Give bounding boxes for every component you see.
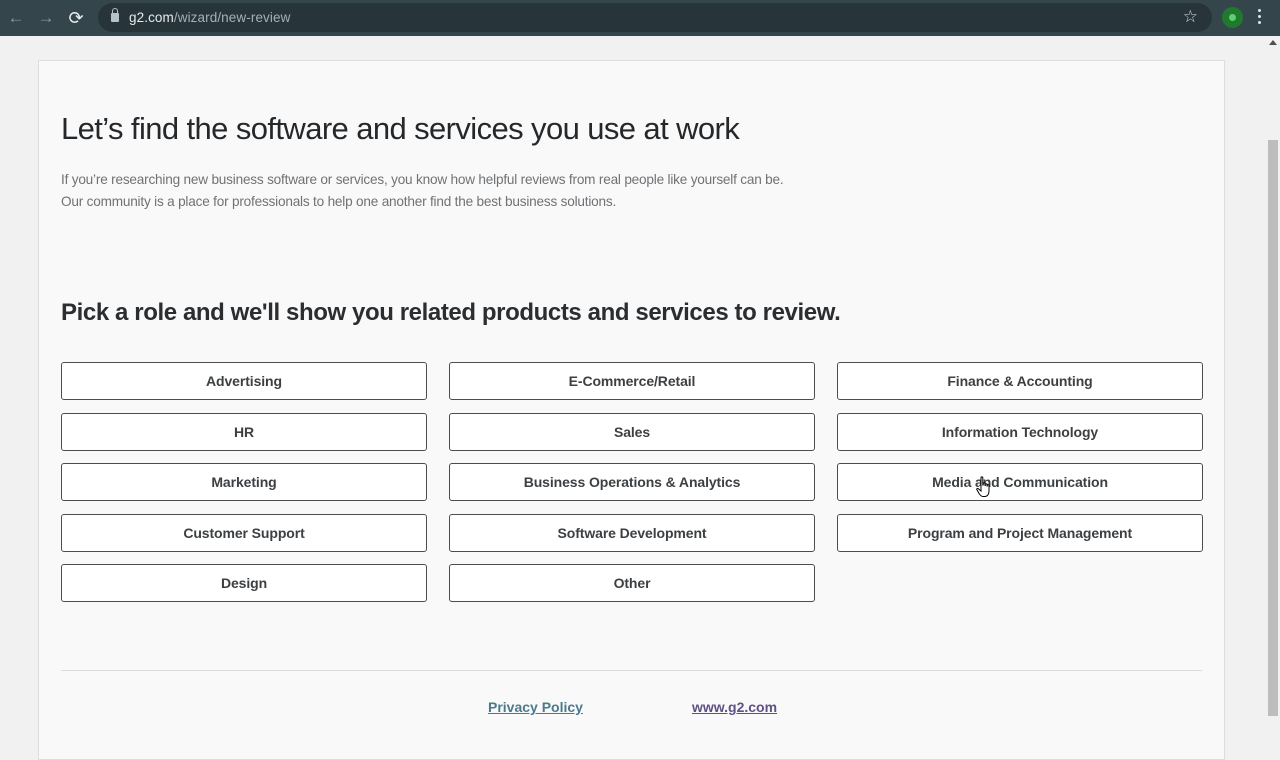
scrollbar-thumb[interactable] [1268,140,1278,716]
role-prompt-heading: Pick a role and we'll show you related p… [61,299,841,326]
browser-toolbar: ← → ⟳ g2.com/wizard/new-review ☆ [0,0,1280,36]
g2-website-link[interactable]: www.g2.com [692,699,777,715]
role-button-information-technology[interactable]: Information Technology [837,412,1203,451]
reload-icon: ⟳ [68,7,84,28]
review-wizard-card: Let’s find the software and services you… [38,60,1225,760]
address-bar[interactable]: g2.com/wizard/new-review ☆ [98,3,1212,32]
role-button-media-communication[interactable]: Media and Communication [837,463,1203,501]
role-button-design[interactable]: Design [61,564,427,602]
page-description: If you’re researching new business softw… [61,169,784,213]
page-scrollbar[interactable] [1266,36,1280,720]
role-button-sales[interactable]: Sales [449,412,815,451]
back-arrow-icon: ← [7,8,25,27]
privacy-policy-link[interactable]: Privacy Policy [488,699,583,715]
url-path: /wizard/new-review [173,10,291,25]
bookmark-star-icon[interactable]: ☆ [1183,7,1198,27]
reload-button[interactable]: ⟳ [61,3,91,33]
page-title: Let’s find the software and services you… [61,111,740,146]
lock-icon [111,8,119,22]
role-button-software-development[interactable]: Software Development [449,513,815,552]
role-button-finance-accounting[interactable]: Finance & Accounting [837,362,1203,400]
forward-arrow-icon: → [37,8,55,27]
url-text: g2.com/wizard/new-review [129,10,290,25]
browser-menu-icon[interactable] [1258,9,1262,24]
forward-button[interactable]: → [31,3,61,33]
role-button-advertising[interactable]: Advertising [61,362,427,400]
profile-avatar[interactable] [1222,7,1243,28]
role-button-grid: Advertising E-Commerce/Retail Finance & … [61,362,1203,602]
hand-pointer-cursor-icon [976,476,990,497]
footer-divider [61,670,1202,671]
url-host: g2.com [129,10,174,25]
description-line: If you’re researching new business softw… [61,172,784,187]
role-button-hr[interactable]: HR [61,412,427,451]
role-button-other[interactable]: Other [449,564,815,602]
description-line: Our community is a place for professiona… [61,194,617,209]
back-button[interactable]: ← [1,3,31,33]
role-button-program-project-management[interactable]: Program and Project Management [837,513,1203,552]
role-button-customer-support[interactable]: Customer Support [61,513,427,552]
scroll-up-arrow-icon[interactable] [1269,40,1277,45]
person-icon [1229,14,1236,21]
role-button-ecommerce-retail[interactable]: E-Commerce/Retail [449,362,815,400]
role-button-business-operations-analytics[interactable]: Business Operations & Analytics [449,463,815,501]
role-button-marketing[interactable]: Marketing [61,463,427,501]
